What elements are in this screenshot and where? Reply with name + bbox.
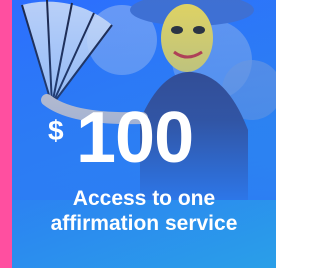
amount-value: 100 bbox=[76, 98, 194, 178]
offer-caption: Access to one affirmation service bbox=[12, 186, 276, 236]
promo-card[interactable]: $ 100 Access to one affirmation service bbox=[0, 0, 276, 268]
caption-line-1: Access to one bbox=[72, 187, 216, 210]
offer-amount: $ 100 bbox=[40, 98, 260, 180]
accent-stripe bbox=[0, 0, 12, 268]
currency-symbol: $ bbox=[48, 115, 64, 146]
caption-line-2: affirmation service bbox=[50, 212, 238, 235]
